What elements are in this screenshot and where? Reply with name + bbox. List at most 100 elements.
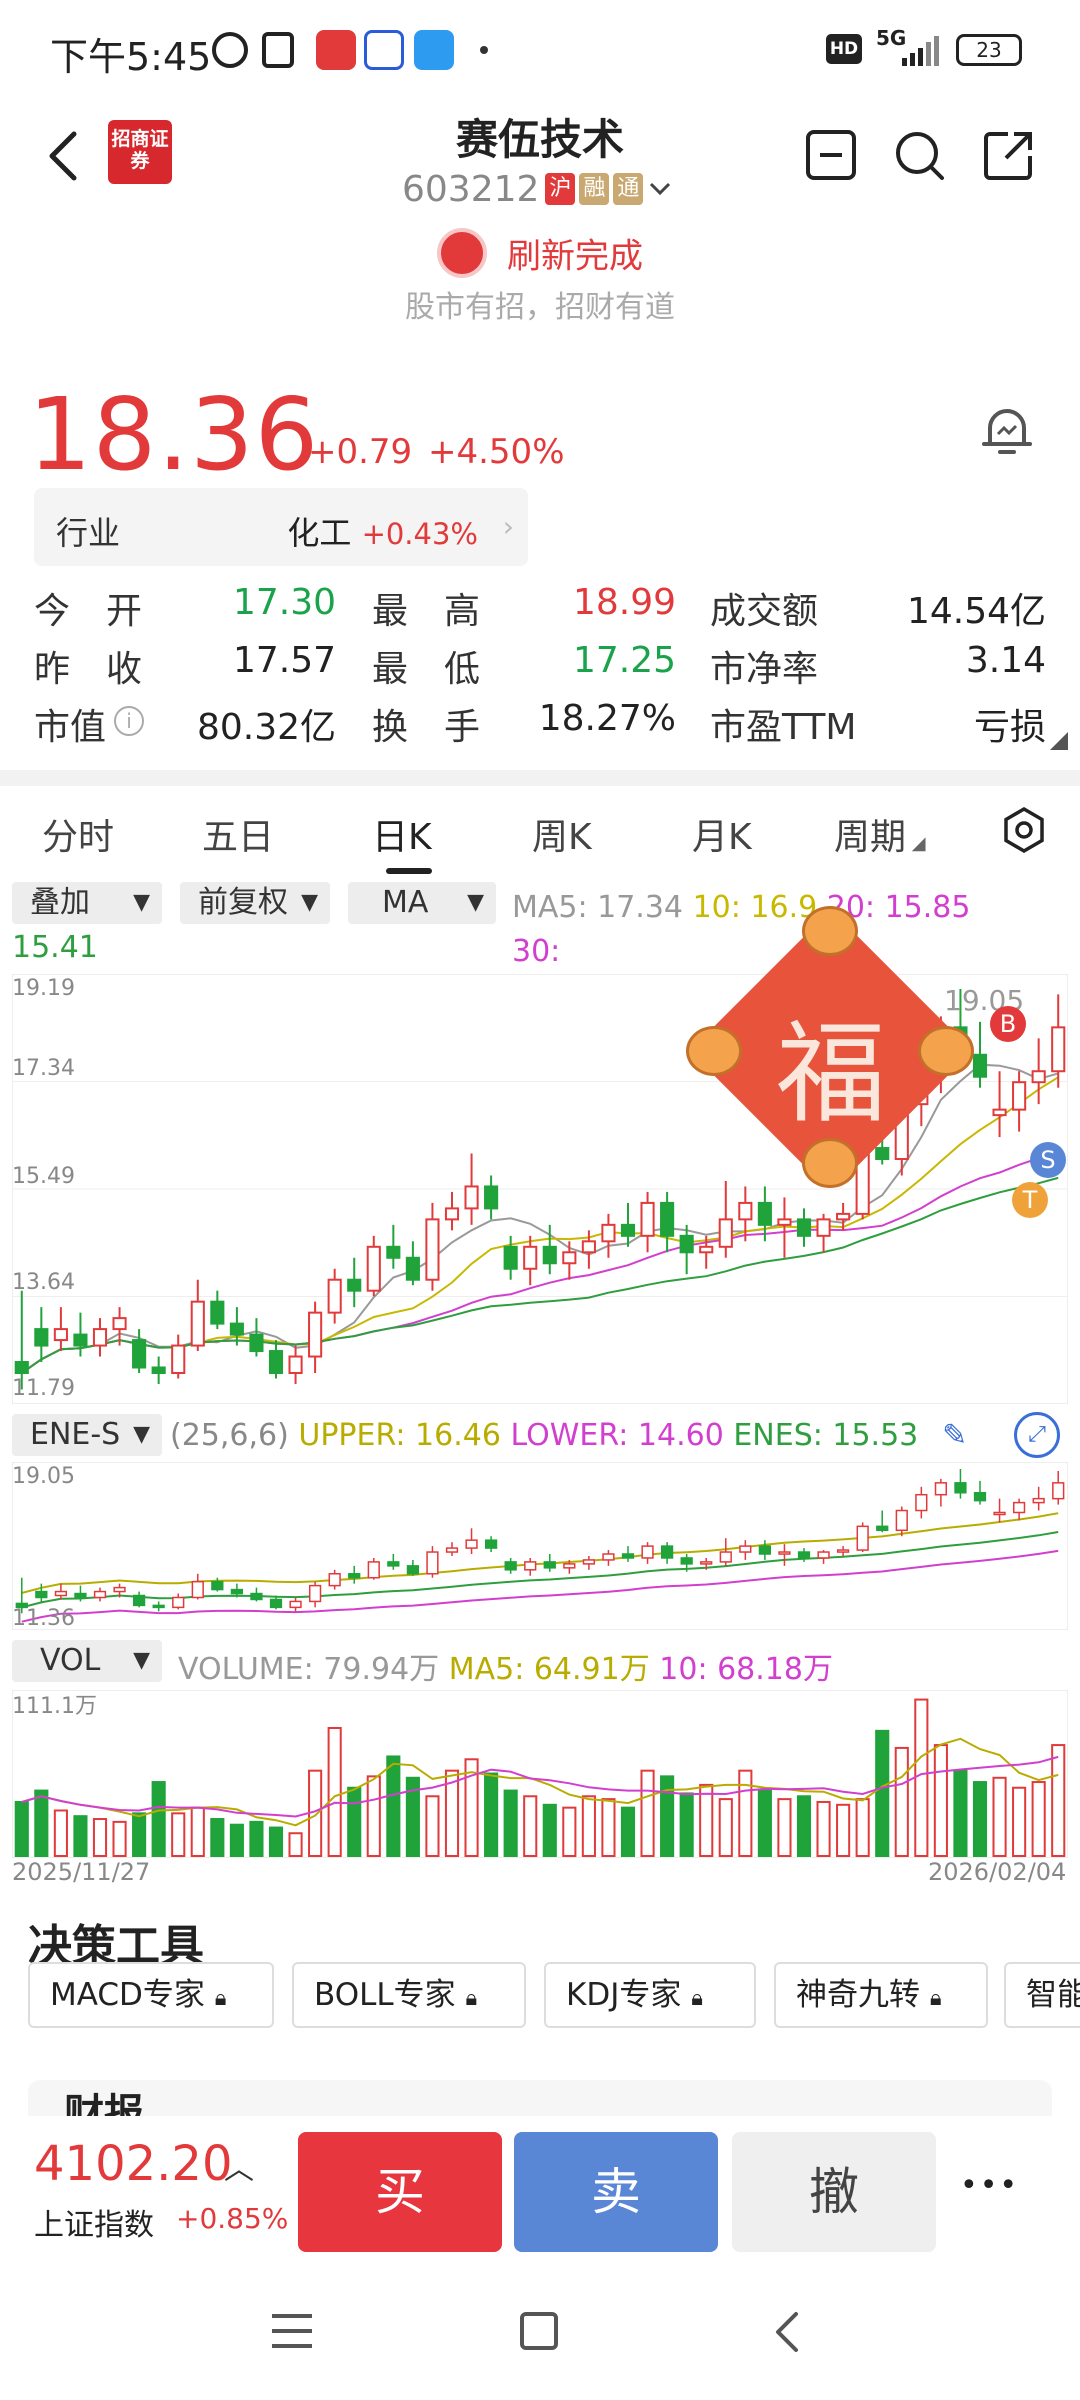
volume-bar <box>836 1803 851 1857</box>
settings-hexagon-icon[interactable] <box>1000 806 1048 854</box>
volume-bar <box>151 1781 166 1857</box>
vol-volume: VOLUME: 79.94万 <box>178 1652 440 1687</box>
tab-daily-k[interactable]: 日K <box>372 808 432 860</box>
candle <box>542 1245 557 1265</box>
fu-decoration[interactable]: 福 <box>686 906 976 1196</box>
quote-panel: 18.36 +0.79 +4.50% 行业 化工 +0.43% › 今 开 17… <box>0 360 1080 780</box>
y-tick: 19.19 <box>12 976 75 1001</box>
tab-weekly-k[interactable]: 周K <box>532 808 592 860</box>
price-alert-bell-icon[interactable] <box>976 400 1038 462</box>
status-bar: 下午5:45 HD 5G 23 <box>0 0 1080 96</box>
stat-value: 17.30 <box>232 582 336 623</box>
volume-bar <box>73 1815 88 1857</box>
candle <box>797 1551 811 1559</box>
volume-bar <box>777 1798 792 1857</box>
candle <box>308 1311 323 1358</box>
cancel-order-button[interactable]: 撤 <box>732 2132 936 2252</box>
ene-select[interactable]: ENE-S ▼ <box>12 1414 162 1456</box>
stat-label: 最 低 <box>372 649 481 690</box>
volume-bar <box>933 1744 948 1857</box>
tool-boll[interactable]: BOLL专家 🔒︎ <box>292 1962 526 2028</box>
candle <box>347 1278 362 1292</box>
sell-marker[interactable]: S <box>1030 1142 1066 1178</box>
volume-bar <box>718 1798 733 1857</box>
vol-ma5: MA5: 64.91万 <box>448 1652 650 1687</box>
news-app-icon <box>316 30 356 70</box>
home-nav-icon[interactable] <box>520 2312 558 2350</box>
volume-bar <box>992 1776 1007 1857</box>
back-nav-icon[interactable] <box>772 2310 802 2354</box>
volume-chart[interactable] <box>12 1690 1068 1858</box>
tool-label: 智能 <box>1026 1977 1080 2013</box>
candle <box>718 1218 733 1248</box>
financial-card-peek[interactable]: 财报 <box>28 2080 1052 2116</box>
adjust-select[interactable]: 前复权 ▼ <box>180 882 330 924</box>
baidu-app-icon <box>364 30 404 70</box>
stock-header: 招商证券 赛伍技术 603212 沪 融 通 刷新完成 股市有招，招财有道 <box>0 96 1080 336</box>
volume-bar <box>660 1775 675 1857</box>
vol-select[interactable]: VOL ▼ <box>12 1640 162 1682</box>
stat-label: 最 高 <box>372 591 481 632</box>
candle <box>211 1580 224 1591</box>
tool-kdj[interactable]: KDJ专家 🔒︎ <box>544 1962 756 2028</box>
chevron-up-icon: ︿ <box>224 2152 254 2187</box>
volume-bar <box>875 1729 890 1857</box>
stock-code-row[interactable]: 603212 沪 融 通 <box>402 166 673 212</box>
more-button[interactable]: ••• <box>960 2168 1019 2203</box>
industry-chip[interactable]: 行业 化工 +0.43% › <box>34 488 528 566</box>
tool-smart[interactable]: 智能 <box>1004 1962 1080 2028</box>
buy-button[interactable]: 买 <box>298 2132 502 2252</box>
tool-macd[interactable]: MACD专家 🔒︎ <box>28 1962 274 2028</box>
candle <box>465 1539 478 1549</box>
candle <box>1032 1497 1045 1504</box>
volume-bar <box>542 1803 557 1857</box>
volume-bar <box>53 1809 68 1857</box>
lock-icon: 🔒︎ <box>691 1986 703 2011</box>
buy-marker[interactable]: B <box>990 1006 1026 1042</box>
volume-bar <box>190 1806 205 1857</box>
minus-box-icon[interactable] <box>804 128 858 182</box>
tool-label: 神奇九转 <box>796 1977 920 2013</box>
overlay-select[interactable]: 叠加 ▼ <box>12 882 162 924</box>
candle <box>739 1545 752 1553</box>
index-change: +0.85% <box>176 2202 289 2235</box>
tab-intraday[interactable]: 分时 <box>42 808 114 860</box>
candle <box>640 1201 655 1237</box>
candle <box>699 1245 714 1254</box>
indicator-label: MA <box>382 885 429 920</box>
expand-icon[interactable]: ⤢ <box>1014 1412 1060 1458</box>
candle <box>973 1491 987 1502</box>
candle <box>601 1223 616 1243</box>
hd-icon: HD <box>826 34 862 64</box>
volume-bar <box>796 1795 812 1857</box>
expand-corner-icon[interactable] <box>1050 732 1068 750</box>
tag-margin: 融 <box>579 173 610 205</box>
candle <box>425 1218 440 1281</box>
t-marker[interactable]: T <box>1012 1182 1048 1218</box>
volume-bar <box>914 1698 929 1857</box>
share-icon[interactable] <box>982 128 1036 182</box>
edit-pencil-icon[interactable]: ✎ <box>942 1418 967 1453</box>
candle <box>816 1218 831 1237</box>
tab-monthly-k[interactable]: 月K <box>692 808 752 860</box>
tab-five-day[interactable]: 五日 <box>202 808 274 860</box>
stat-value: 14.54亿 <box>906 591 1046 632</box>
sell-button[interactable]: 卖 <box>514 2132 718 2252</box>
candle <box>210 1300 225 1325</box>
tab-period[interactable]: 周期 ◢ <box>834 808 926 860</box>
candle <box>190 1300 205 1347</box>
info-icon[interactable]: i <box>114 706 144 736</box>
candle <box>327 1278 342 1314</box>
volume-bar <box>562 1806 577 1857</box>
menu-nav-icon[interactable] <box>272 2314 312 2348</box>
indicator-select[interactable]: MA ▼ <box>348 882 496 924</box>
candle <box>268 1350 284 1374</box>
stat-value: 17.57 <box>232 640 336 681</box>
y-tick: 13.64 <box>12 1270 75 1295</box>
candle <box>249 1333 264 1353</box>
search-icon[interactable] <box>892 128 946 182</box>
ene-chart[interactable] <box>12 1462 1068 1630</box>
tool-nine-turns[interactable]: 神奇九转 🔒︎ <box>774 1962 988 2028</box>
status-time: 下午5:45 <box>50 35 212 79</box>
index-ticker[interactable]: 4102.20 ︿ 上证指数 +0.85% <box>34 2136 294 2246</box>
